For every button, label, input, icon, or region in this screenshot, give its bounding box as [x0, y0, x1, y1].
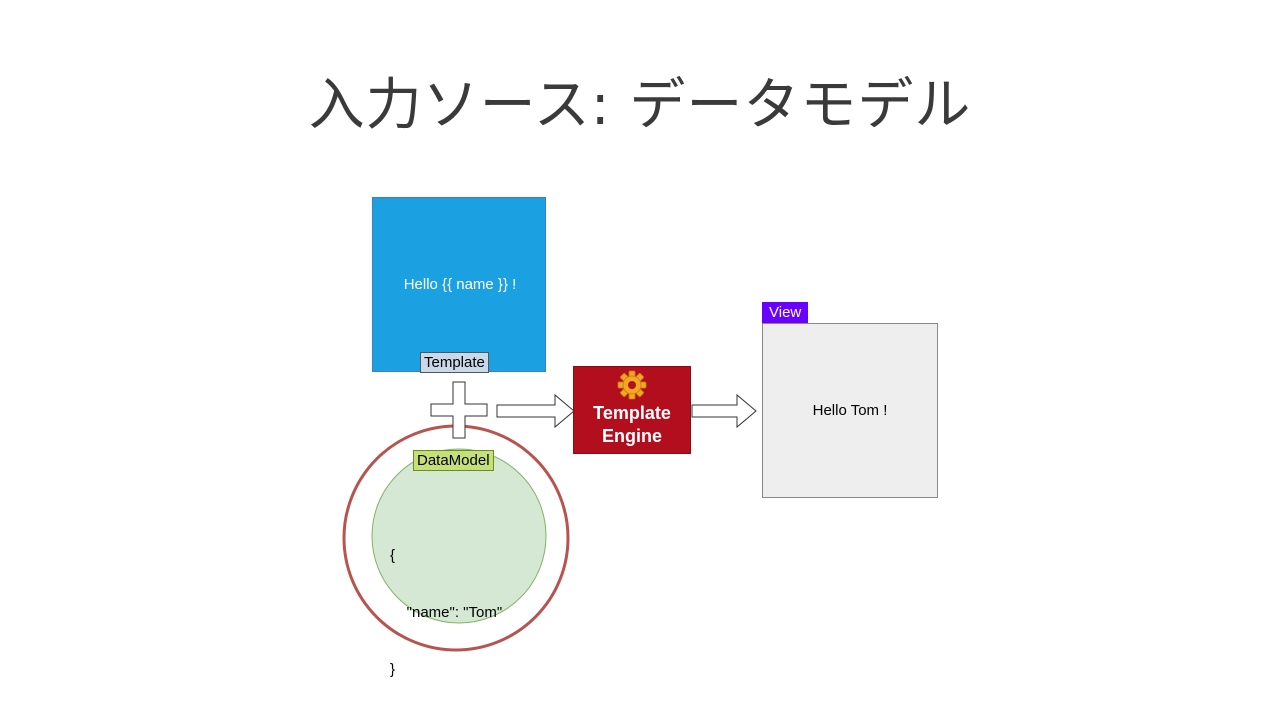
code-line: "name": "Tom"	[390, 604, 503, 621]
template-label: Template	[420, 352, 489, 373]
engine-title-line: Template	[593, 403, 671, 423]
template-node: Hello {{ name }} !	[372, 197, 546, 372]
view-label: View	[762, 302, 809, 323]
arrow-to-view-icon	[691, 393, 757, 429]
data-model-code: { "name": "Tom" }	[390, 508, 502, 717]
view-content: Hello Tom !	[812, 402, 888, 419]
slide: 入力ソース: データモデル Hello {{ name }} ! Templat…	[0, 0, 1280, 720]
data-model-label: DataModel	[413, 450, 494, 471]
gear-icon	[617, 370, 647, 400]
code-line: }	[390, 661, 396, 678]
arrow-to-engine-icon	[496, 393, 575, 429]
view-node: Hello Tom !	[762, 323, 938, 498]
template-content: Hello {{ name }} !	[403, 276, 517, 293]
engine-title: Template Engine	[574, 402, 690, 448]
template-engine-node: Template Engine	[573, 366, 691, 454]
engine-title-line: Engine	[601, 426, 662, 446]
code-line: {	[390, 547, 396, 564]
diagram-shapes	[342, 381, 757, 652]
